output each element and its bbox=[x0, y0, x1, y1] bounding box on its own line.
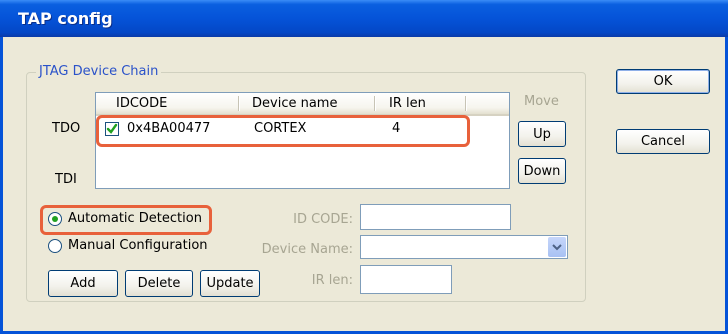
column-separator bbox=[238, 96, 239, 111]
title-bar[interactable]: TAP config bbox=[0, 0, 728, 37]
tdo-label: TDO bbox=[52, 121, 81, 136]
id-code-label: ID CODE: bbox=[293, 212, 353, 227]
column-separator bbox=[374, 96, 375, 111]
ok-button[interactable]: OK bbox=[616, 69, 710, 94]
device-name-combo[interactable] bbox=[360, 235, 568, 259]
list-header: IDCODE Device name IR len bbox=[96, 93, 509, 116]
move-label: Move bbox=[524, 94, 559, 109]
ir-len-label: IR len: bbox=[311, 273, 353, 288]
chevron-down-icon bbox=[552, 244, 562, 251]
column-separator bbox=[465, 96, 466, 111]
delete-button[interactable]: Delete bbox=[125, 270, 193, 297]
window-title: TAP config bbox=[18, 9, 113, 28]
tdi-label: TDI bbox=[55, 172, 77, 187]
row-highlight bbox=[96, 115, 470, 147]
column-idcode[interactable]: IDCODE bbox=[110, 93, 240, 114]
id-code-input[interactable] bbox=[360, 204, 511, 230]
group-title: JTAG Device Chain bbox=[36, 64, 162, 79]
manual-configuration-radio[interactable] bbox=[48, 239, 62, 253]
automatic-detection-label[interactable]: Automatic Detection bbox=[68, 211, 202, 226]
radio-dot bbox=[52, 216, 58, 222]
chevron-down-icon[interactable] bbox=[548, 237, 566, 257]
column-device-name[interactable]: Device name bbox=[246, 93, 376, 114]
device-name-label: Device Name: bbox=[261, 242, 353, 257]
move-up-button[interactable]: Up bbox=[518, 121, 566, 147]
ir-len-input[interactable] bbox=[360, 265, 452, 294]
automatic-detection-radio[interactable] bbox=[48, 212, 62, 226]
manual-configuration-label[interactable]: Manual Configuration bbox=[68, 238, 208, 253]
column-ir-len[interactable]: IR len bbox=[383, 93, 463, 114]
move-down-button[interactable]: Down bbox=[518, 158, 566, 184]
update-button[interactable]: Update bbox=[200, 270, 260, 297]
cancel-button[interactable]: Cancel bbox=[616, 129, 710, 154]
add-button[interactable]: Add bbox=[48, 270, 118, 297]
